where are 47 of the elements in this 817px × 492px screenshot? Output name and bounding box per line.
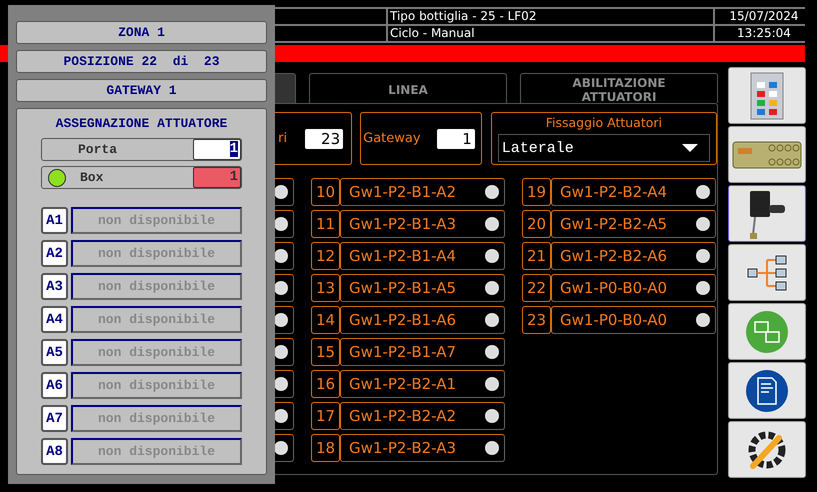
popup-title: ZONA 1 [16, 21, 267, 44]
row-number: 18 [311, 434, 340, 462]
row-number: 17 [311, 402, 340, 430]
actuator-id: A3 [41, 273, 68, 300]
box-label: Box [80, 170, 104, 185]
actuator-label: Gw1-P2-B2-A6 [560, 247, 668, 265]
actuator-label: Gw1-P2-B1-A3 [349, 215, 456, 233]
actuator-id: A1 [41, 207, 68, 234]
actuator-label: Gw1-P2-B1-A7 [349, 343, 456, 361]
porta-label: Porta [78, 142, 118, 157]
info-text: Ciclo - Manual [388, 26, 713, 41]
row-number: 10 [311, 178, 340, 206]
row-number: 21 [522, 242, 551, 270]
actuator-label: Gw1-P2-B1-A6 [349, 311, 456, 329]
actuator-label: Gw1-P0-B0-A0 [560, 279, 668, 297]
actuator-label: Gw1-P2-B1-A2 [349, 183, 456, 201]
row-number: 23 [522, 306, 551, 334]
row-number: 11 [311, 210, 340, 238]
actuator-label: Gw1-P2-B2-A1 [349, 375, 456, 393]
row-number: 19 [522, 178, 551, 206]
info-text: Tipo bottiglia - 25 - LF02 [388, 9, 713, 24]
row-number: 20 [522, 210, 551, 238]
row-number: 16 [311, 370, 340, 398]
field-label: ri [278, 131, 288, 146]
popup-title: POSIZIONE 22 di 23 [16, 50, 267, 73]
actuator-label: Gw1-P0-B0-A0 [560, 311, 668, 329]
actuator-label: Gw1-P2-B2-A2 [349, 407, 456, 425]
row-number: 12 [311, 242, 340, 270]
field-label: Fissaggio Attuatori [544, 115, 663, 130]
actuator-label: Gw1-P2-B1-A5 [349, 279, 456, 297]
actuator-id: A2 [41, 240, 68, 267]
actuator-id: A5 [41, 339, 68, 366]
field-label: Gateway [363, 131, 421, 146]
actuator-label: Gw1-P2-B1-A4 [349, 247, 456, 265]
actuator-id: A8 [41, 438, 68, 465]
actuator-id: A4 [41, 306, 68, 333]
actuator-label: Gw1-P2-B2-A4 [560, 183, 668, 201]
actuator-id: A7 [41, 405, 68, 432]
assignment-title: ASSEGNAZIONE ATTUATORE [54, 116, 228, 131]
actuator-id: A6 [41, 372, 68, 399]
popup-title: GATEWAY 1 [16, 79, 267, 102]
row-number: 22 [522, 274, 551, 302]
row-number: 15 [311, 338, 340, 366]
actuator-label: Gw1-P2-B2-A5 [560, 215, 668, 233]
row-number: 13 [311, 274, 340, 302]
row-number: 14 [311, 306, 340, 334]
actuator-label: Gw1-P2-B2-A3 [349, 439, 456, 457]
